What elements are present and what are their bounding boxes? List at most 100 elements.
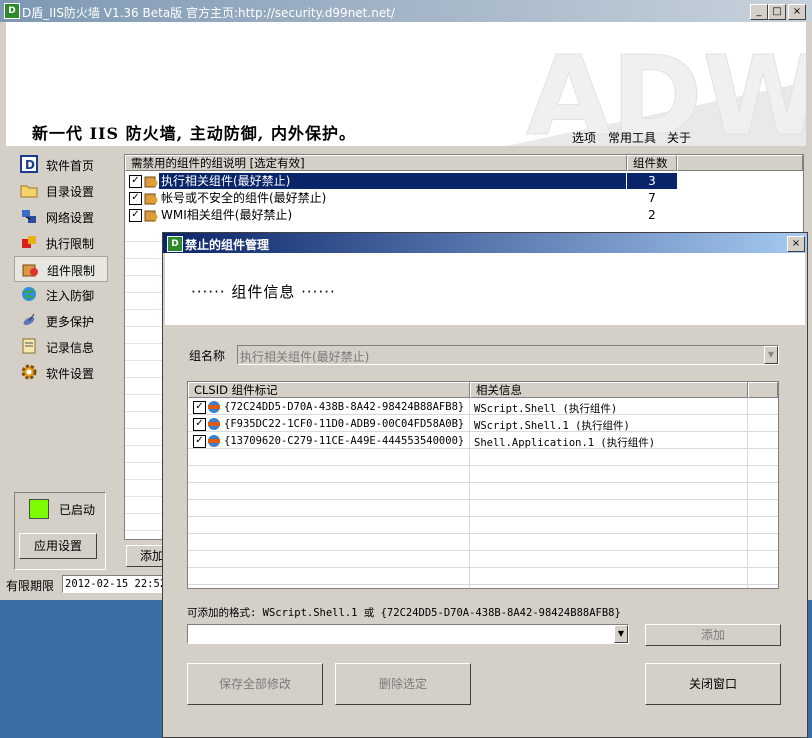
col-header-info[interactable]: 相关信息 xyxy=(470,382,748,398)
component-icon xyxy=(144,210,158,222)
sidebar-label: 记录信息 xyxy=(46,341,95,355)
list-item[interactable]: ✓ {F935DC22-1CF0-11D0-ADB9-00C04FD58A0B}… xyxy=(188,416,778,432)
row-checkbox[interactable]: ✓ xyxy=(193,401,206,414)
menu-options[interactable]: 选项 xyxy=(572,129,596,146)
row-checkbox[interactable]: ✓ xyxy=(129,192,142,205)
close-window-button[interactable]: 关闭窗口 xyxy=(645,663,781,705)
component-manager-dialog: D 禁止的组件管理 × ······ 组件信息 ······ 组名称 执行相关组… xyxy=(162,232,808,738)
col-header-blank xyxy=(677,155,803,171)
validity-label: 有限期限 xyxy=(6,579,55,593)
col-header-blank xyxy=(748,382,778,398)
svg-text:D: D xyxy=(25,158,35,172)
menu-about[interactable]: 关于 xyxy=(667,129,691,146)
row-checkbox[interactable]: ✓ xyxy=(129,209,142,222)
clsid-value: {F935DC22-1CF0-11D0-ADB9-00C04FD58A0B} xyxy=(224,418,465,430)
maximize-button[interactable]: □ xyxy=(768,4,786,20)
sidebar: D 软件首页 目录设置 网络设置 执行限制 组件限制 注入防御 更多保护 记录信… xyxy=(8,148,114,570)
row-count: 2 xyxy=(648,208,656,222)
table-row[interactable]: ✓ 帐号或不安全的组件(最好禁止) 7 xyxy=(125,190,803,206)
sidebar-item-log[interactable]: 记录信息 xyxy=(14,334,106,358)
app-icon: D xyxy=(4,3,20,19)
clsid-info: Shell.Application.1 (执行组件) xyxy=(474,437,656,449)
window-title: D盾_IIS防火墙 V1.36 Beta版 官方主页:http://securi… xyxy=(22,6,395,20)
component-icon xyxy=(22,264,38,277)
chevron-down-icon[interactable]: ▼ xyxy=(614,625,628,643)
sidebar-item-settings[interactable]: 软件设置 xyxy=(14,360,106,384)
row-checkbox[interactable]: ✓ xyxy=(129,175,142,188)
sidebar-label: 注入防御 xyxy=(46,289,95,303)
component-icon xyxy=(144,193,158,205)
sidebar-label: 软件设置 xyxy=(46,367,95,381)
sidebar-item-components[interactable]: 组件限制 xyxy=(14,256,108,282)
dialog-title: 禁止的组件管理 xyxy=(185,238,270,252)
table-row[interactable]: ✓ WMI相关组件(最好禁止) 2 xyxy=(125,207,803,223)
row-count: 3 xyxy=(627,173,677,189)
menu-tools[interactable]: 常用工具 xyxy=(608,129,656,146)
dialog-header-text: ······ 组件信息 ······ xyxy=(191,283,336,301)
row-count: 7 xyxy=(648,191,656,205)
sidebar-item-home[interactable]: D 软件首页 xyxy=(14,152,106,176)
sidebar-label: 软件首页 xyxy=(46,159,95,173)
list-item[interactable]: ✓ {72C24DD5-D70A-438B-8A42-98424B88AFB8}… xyxy=(188,399,778,415)
folder-icon xyxy=(20,185,38,198)
col-header-description[interactable]: 需禁用的组件的组说明 [选定有效] xyxy=(125,155,627,171)
list-item[interactable]: ✓ {13709620-C279-11CE-A49E-444553540000}… xyxy=(188,433,778,449)
sidebar-item-directory[interactable]: 目录设置 xyxy=(14,178,106,202)
status-indicator xyxy=(29,499,49,519)
sidebar-item-network[interactable]: 网络设置 xyxy=(14,204,106,228)
exec-icon xyxy=(22,236,36,248)
add-clsid-input[interactable]: ▼ xyxy=(187,624,629,644)
row-checkbox[interactable]: ✓ xyxy=(193,435,206,448)
row-name: 执行相关组件(最好禁止) xyxy=(159,173,626,189)
group-name-select[interactable]: 执行相关组件(最好禁止) ▼ xyxy=(237,345,779,365)
sidebar-label: 组件限制 xyxy=(47,264,96,278)
delete-selected-button[interactable]: 删除选定 xyxy=(335,663,471,705)
sidebar-item-more[interactable]: 更多保护 xyxy=(14,308,106,332)
clsid-info: WScript.Shell (执行组件) xyxy=(474,403,618,415)
sidebar-label: 执行限制 xyxy=(46,237,95,251)
row-checkbox[interactable]: ✓ xyxy=(193,418,206,431)
row-name: WMI相关组件(最好禁止) xyxy=(161,208,293,222)
clsid-list: CLSID 组件标记 相关信息 ✓ {72C24DD5-D70A-438B-8A… xyxy=(187,381,779,589)
chevron-down-icon: ▼ xyxy=(764,346,778,364)
status-panel: 已启动 应用设置 xyxy=(14,492,106,570)
logo-watermark: ADW xyxy=(526,32,806,146)
close-button[interactable]: × xyxy=(788,4,806,20)
banner: ADW 新一代 IIS 防火墙, 主动防御, 内外保护。 选项 常用工具 关于 xyxy=(6,22,806,146)
clsid-info: WScript.Shell.1 (执行组件) xyxy=(474,420,630,432)
dialog-header: ······ 组件信息 ······ xyxy=(165,253,805,325)
sidebar-label: 网络设置 xyxy=(46,211,95,225)
format-hint: 可添加的格式: WScript.Shell.1 或 {72C24DD5-D70A… xyxy=(187,607,621,619)
dialog-close-button[interactable]: × xyxy=(787,236,805,252)
clsid-value: {72C24DD5-D70A-438B-8A42-98424B88AFB8} xyxy=(224,401,465,413)
table-row[interactable]: ✓ 执行相关组件(最好禁止) 3 xyxy=(125,173,803,189)
sidebar-label: 更多保护 xyxy=(46,315,95,329)
group-name-label: 组名称 xyxy=(189,349,226,363)
minimize-button[interactable]: _ xyxy=(750,4,768,20)
banner-logo-graphic: ADW xyxy=(506,32,806,146)
component-icon xyxy=(144,176,158,188)
d-logo-icon: D xyxy=(20,155,38,173)
globe-icon xyxy=(22,287,36,301)
sidebar-item-injection[interactable]: 注入防御 xyxy=(14,282,106,306)
sidebar-label: 目录设置 xyxy=(46,185,95,199)
slogan: 新一代 IIS 防火墙, 主动防御, 内外保护。 xyxy=(32,124,356,143)
col-header-clsid[interactable]: CLSID 组件标记 xyxy=(188,382,470,398)
save-all-button[interactable]: 保存全部修改 xyxy=(187,663,323,705)
dialog-icon: D xyxy=(167,236,183,252)
clsid-value: {13709620-C279-11CE-A49E-444553540000} xyxy=(224,435,465,447)
globe-icon xyxy=(208,418,220,430)
gear-icon xyxy=(21,364,37,380)
log-icon xyxy=(22,338,36,354)
sidebar-item-exec[interactable]: 执行限制 xyxy=(14,230,106,254)
apply-settings-button[interactable]: 应用设置 xyxy=(19,533,97,559)
globe-icon xyxy=(208,435,220,447)
add-clsid-text[interactable] xyxy=(188,625,616,641)
network-icon xyxy=(22,210,36,223)
add-clsid-button[interactable]: 添加 xyxy=(645,624,781,646)
col-header-count[interactable]: 组件数 xyxy=(627,155,677,171)
title-bar: D D盾_IIS防火墙 V1.36 Beta版 官方主页:http://secu… xyxy=(0,0,812,22)
dialog-title-bar: D 禁止的组件管理 × xyxy=(163,233,807,253)
satellite-icon xyxy=(23,313,35,325)
status-bar: 有限期限 2012-02-15 22:52 xyxy=(0,574,184,594)
